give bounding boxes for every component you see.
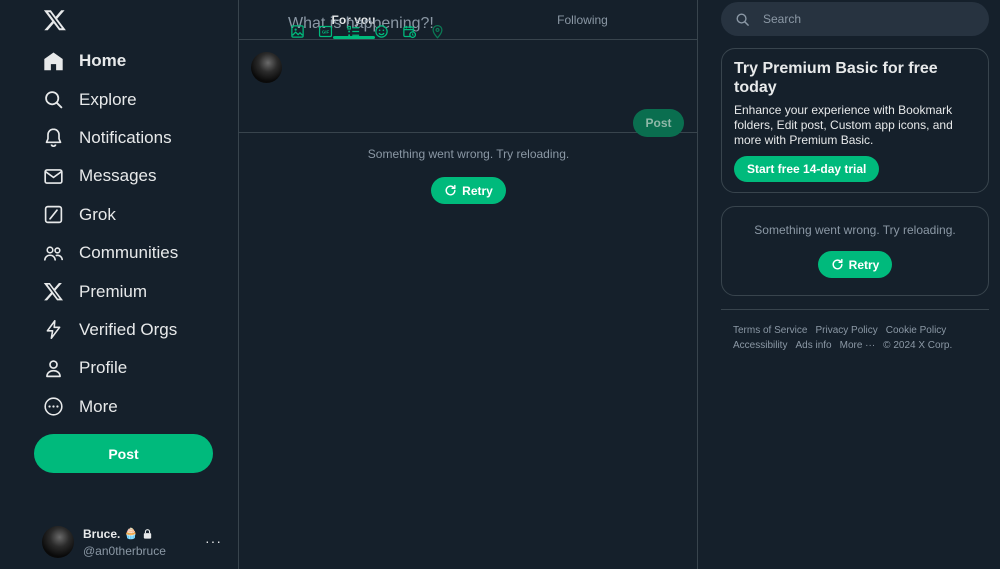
trends-error-card: Something went wrong. Try reloading. Ret… [721, 206, 989, 296]
nav-messages[interactable]: Messages [34, 157, 234, 195]
nav-premium-label: Premium [79, 281, 148, 301]
bell-icon [43, 127, 64, 148]
left-sidebar: Home Explore Notifications Messages Grok [0, 0, 239, 569]
search-box[interactable] [721, 2, 989, 36]
retry-label: Retry [848, 257, 880, 272]
footer-link-more[interactable]: More ··· [840, 340, 876, 351]
nav-communities-label: Communities [79, 243, 179, 263]
lock-icon [142, 528, 153, 540]
refresh-icon [444, 184, 457, 197]
account-name-row: Bruce. 🧁 [83, 527, 166, 541]
footer-link-accessibility[interactable]: Accessibility [733, 340, 787, 351]
more-icon[interactable]: ··· [205, 533, 222, 549]
nav-grok[interactable]: Grok [34, 196, 234, 234]
post-composer: GIF Post [239, 9, 697, 137]
nav-messages-label: Messages [79, 166, 157, 186]
nav-more[interactable]: More [34, 388, 234, 426]
composer-toolbar: GIF [290, 24, 445, 39]
nav-home[interactable]: Home [34, 42, 234, 80]
start-trial-button[interactable]: Start free 14-day trial [734, 156, 880, 182]
error-message: Something went wrong. Try reloading. [754, 223, 956, 237]
nav-notifications[interactable]: Notifications [34, 119, 234, 157]
x-logo-icon[interactable] [43, 8, 67, 32]
more-circle-icon [43, 396, 64, 417]
account-handle: @an0therbruce [83, 543, 166, 558]
composer-post-button[interactable]: Post [633, 109, 684, 137]
lightning-icon [43, 319, 64, 340]
people-icon [43, 243, 64, 264]
footer-link-privacy[interactable]: Privacy Policy [815, 325, 877, 336]
premium-description: Enhance your experience with Bookmark fo… [734, 103, 953, 147]
avatar [251, 52, 282, 83]
main-timeline: For you Following GIF Post [239, 0, 698, 569]
nav-home-label: Home [79, 51, 127, 71]
account-name-emoji: 🧁 [124, 528, 139, 540]
envelope-icon [43, 166, 64, 187]
account-name: Bruce. [83, 526, 121, 541]
gif-icon[interactable]: GIF [318, 24, 333, 39]
footer-links: Terms of Service Privacy Policy Cookie Pol… [733, 323, 983, 353]
search-icon [735, 12, 750, 27]
error-message: Something went wrong. Try reloading. [367, 147, 570, 161]
schedule-icon[interactable] [402, 24, 417, 39]
emoji-icon[interactable] [374, 24, 389, 39]
nav-verified-orgs[interactable]: Verified Orgs [34, 311, 234, 349]
nav-verified-orgs-label: Verified Orgs [79, 319, 178, 339]
account-switcher[interactable]: Bruce. 🧁 @an0therbruce ··· [42, 524, 232, 560]
footer-link-ads-info[interactable]: Ads info [795, 340, 831, 351]
retry-button[interactable]: Retry [431, 177, 506, 204]
account-info: Bruce. 🧁 @an0therbruce [83, 527, 166, 558]
nav-profile[interactable]: Profile [34, 349, 234, 387]
post-button[interactable]: Post [34, 434, 213, 473]
grok-icon [43, 204, 64, 225]
poll-icon[interactable] [346, 24, 361, 39]
home-icon [43, 51, 64, 72]
nav-grok-label: Grok [79, 204, 116, 224]
footer-link-terms[interactable]: Terms of Service [733, 325, 807, 336]
nav-explore[interactable]: Explore [34, 80, 234, 118]
divider [721, 309, 989, 310]
footer-link-cookie[interactable]: Cookie Policy [886, 325, 947, 336]
avatar [42, 526, 74, 558]
x-logo-icon [43, 281, 64, 302]
premium-title: Try Premium Basic for free today [734, 60, 938, 96]
retry-button[interactable]: Retry [817, 251, 893, 278]
person-icon [43, 358, 64, 379]
refresh-icon [831, 258, 844, 271]
copyright: © 2024 X Corp. [883, 340, 953, 351]
nav-premium[interactable]: Premium [34, 272, 234, 310]
timeline-error: Something went wrong. Try reloading. Ret… [239, 147, 698, 204]
retry-label: Retry [462, 183, 493, 198]
svg-text:GIF: GIF [322, 30, 330, 35]
nav-explore-label: Explore [79, 89, 137, 109]
search-input[interactable] [763, 12, 963, 26]
primary-nav: Home Explore Notifications Messages Grok [34, 42, 234, 426]
nav-more-label: More [79, 396, 118, 416]
location-icon[interactable] [430, 24, 445, 39]
nav-communities[interactable]: Communities [34, 234, 234, 272]
search-icon [43, 89, 64, 110]
nav-notifications-label: Notifications [79, 127, 172, 147]
premium-card: Try Premium Basic for free today Enhance… [721, 48, 989, 193]
image-icon[interactable] [290, 24, 305, 39]
nav-profile-label: Profile [79, 358, 128, 378]
